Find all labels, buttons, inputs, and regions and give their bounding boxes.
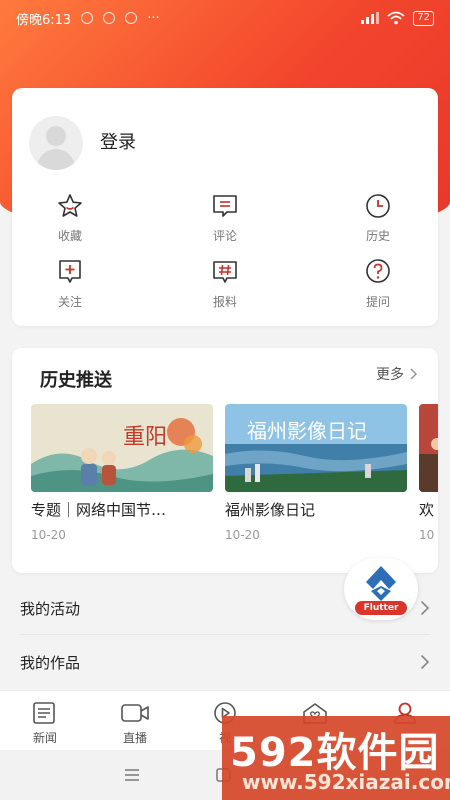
star-icon bbox=[58, 194, 82, 217]
menu-icon[interactable] bbox=[124, 768, 140, 782]
status-bar: 傍晚6:13 ··· 72 bbox=[0, 0, 450, 36]
divider bbox=[20, 634, 430, 635]
tab-live-label: 直播 bbox=[122, 731, 147, 745]
report-button[interactable]: 报料 bbox=[190, 258, 260, 310]
follow-label: 关注 bbox=[57, 295, 82, 309]
battery-icon: 72 bbox=[413, 10, 434, 26]
history-item-title[interactable]: 专题｜网络中国节… bbox=[31, 499, 215, 520]
newspaper-icon bbox=[33, 702, 55, 724]
thumbnail-text: 福州影像日记 bbox=[247, 419, 367, 443]
fuzhou-aerial-image: 福州影像日记 bbox=[225, 404, 407, 492]
flutter-label: Flutter bbox=[355, 601, 407, 615]
notification-icon bbox=[103, 12, 116, 24]
comments-button[interactable]: 评论 bbox=[190, 192, 260, 244]
thumbnail-text: 重阳 bbox=[123, 425, 167, 450]
my-activities-label: 我的活动 bbox=[20, 599, 81, 618]
tab-live[interactable]: 直播 bbox=[90, 691, 180, 750]
history-item-title[interactable]: 欢 bbox=[419, 499, 438, 520]
watermark-url: www.592xiazai.com bbox=[242, 770, 450, 794]
clock-icon bbox=[366, 194, 390, 218]
favorites-label: 收藏 bbox=[57, 229, 82, 243]
bookmark-plus-icon bbox=[59, 260, 81, 283]
video-camera-icon bbox=[121, 704, 149, 722]
signal-icon bbox=[361, 12, 380, 24]
history-item-date: 10-20 bbox=[225, 528, 260, 542]
follow-button[interactable]: 关注 bbox=[35, 258, 105, 310]
history-item-thumbnail[interactable] bbox=[419, 404, 438, 492]
more-link[interactable]: 更多 bbox=[376, 364, 418, 384]
chevron-right-icon bbox=[420, 654, 430, 670]
report-label: 报料 bbox=[212, 295, 237, 309]
chevron-right-icon bbox=[410, 368, 418, 380]
history-item-title[interactable]: 福州影像日记 bbox=[225, 499, 409, 520]
history-push-title: 历史推送 bbox=[40, 370, 112, 391]
notification-icon bbox=[125, 12, 138, 24]
chevron-right-icon bbox=[420, 600, 430, 616]
flutter-badge[interactable]: Flutter bbox=[344, 558, 418, 620]
tab-news[interactable]: 新闻 bbox=[0, 691, 90, 750]
login-button[interactable]: 登录 bbox=[100, 128, 136, 154]
history-push-card: 历史推送 更多 重阳 专题｜网络中国节… 10-20 福州影像日记 福州影像日记… bbox=[12, 348, 438, 573]
user-card: 登录 收藏 评论 历史 关注 报料 提问 bbox=[12, 88, 438, 326]
history-item-thumbnail[interactable]: 重阳 bbox=[31, 404, 213, 492]
status-time: 傍晚6:13 bbox=[16, 12, 72, 28]
history-button[interactable]: 历史 bbox=[343, 192, 413, 244]
ask-label: 提问 bbox=[365, 295, 390, 309]
history-item-date: 10 bbox=[419, 528, 435, 542]
status-more-icon: ··· bbox=[147, 10, 160, 26]
notification-icon bbox=[81, 12, 94, 24]
my-works-label: 我的作品 bbox=[20, 653, 81, 672]
wifi-icon bbox=[387, 11, 405, 25]
history-label: 历史 bbox=[365, 229, 390, 243]
comments-label: 评论 bbox=[212, 229, 237, 243]
ask-button[interactable]: 提问 bbox=[343, 258, 413, 310]
history-item-thumbnail[interactable]: 福州影像日记 bbox=[225, 404, 407, 492]
avatar[interactable] bbox=[29, 116, 83, 170]
event-photo-image bbox=[419, 404, 438, 492]
watermark-logo: 592软件园 www.592xiazai.com bbox=[222, 716, 450, 800]
my-works-row[interactable]: 我的作品 bbox=[0, 636, 450, 688]
tab-news-label: 新闻 bbox=[32, 731, 57, 745]
history-item-date: 10-20 bbox=[31, 528, 66, 542]
question-icon bbox=[366, 259, 390, 283]
comment-icon bbox=[213, 195, 237, 217]
more-label: 更多 bbox=[376, 367, 404, 383]
favorites-button[interactable]: 收藏 bbox=[35, 192, 105, 244]
hash-report-icon bbox=[213, 261, 237, 283]
chongyang-poster-image: 重阳 bbox=[31, 404, 213, 492]
